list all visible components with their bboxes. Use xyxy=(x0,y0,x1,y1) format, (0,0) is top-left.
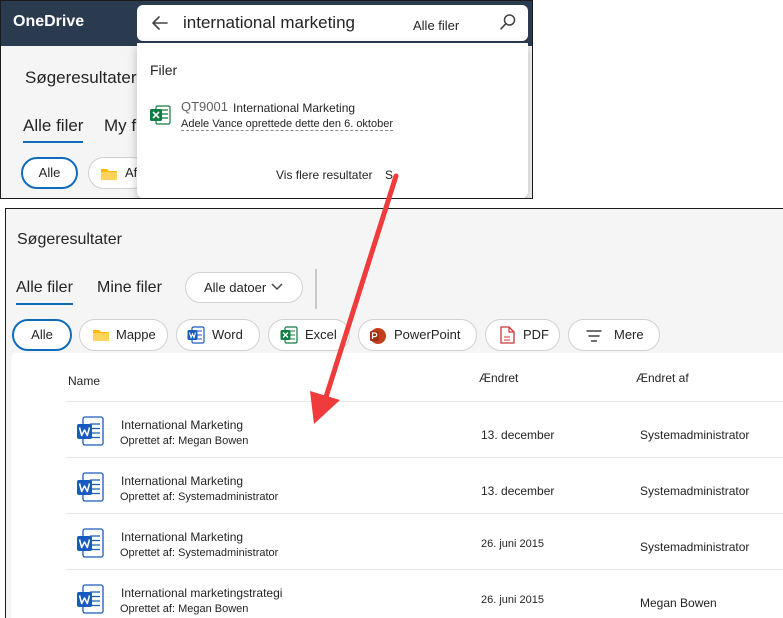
filter-chip-label: PowerPoint xyxy=(394,327,461,342)
file-created-by: Oprettet af: Systemadministrator xyxy=(120,491,279,503)
column-header-name[interactable]: Name xyxy=(68,374,100,388)
excel-icon xyxy=(280,326,298,344)
chevron-down-icon xyxy=(271,283,283,290)
file-modified-by: Megan Bowen xyxy=(640,596,717,610)
column-header-modified-by[interactable]: Ændret af xyxy=(636,371,689,385)
app-header: OneDrive international marketing Alle fi… xyxy=(1,1,532,46)
show-more-results-link[interactable]: Vis flere resultater xyxy=(276,168,373,182)
filter-chip-label: Af xyxy=(125,165,138,180)
filter-chip-powerpoint[interactable]: PowerPoint xyxy=(358,319,477,351)
filter-chip-more[interactable]: Mere xyxy=(568,319,660,351)
date-filter-label: Alle datoer xyxy=(204,280,267,295)
search-suggestions-dropdown: Filer QT9001 International Marketing Ade… xyxy=(137,43,528,198)
truncated-link[interactable]: S xyxy=(385,168,393,182)
suggestion-subtitle: Adele Vance oprettede dette den 6. oktob… xyxy=(181,118,394,131)
tab-all-files[interactable]: Alle filer xyxy=(16,279,73,305)
file-modified-by: Systemadministrator xyxy=(640,428,750,442)
filter-chip-all[interactable]: Alle xyxy=(12,319,72,351)
file-name[interactable]: International Marketing xyxy=(121,474,243,488)
table-row[interactable]: International Marketing Oprettet af: Meg… xyxy=(66,401,783,457)
filter-chip-word[interactable]: Word xyxy=(176,319,260,351)
file-created-by: Oprettet af: Megan Bowen xyxy=(120,603,249,615)
filter-chip-label: Mere xyxy=(614,327,644,342)
column-header-modified[interactable]: Ændret xyxy=(479,371,518,385)
suggestions-section-title: Filer xyxy=(150,62,178,78)
word-document-icon xyxy=(77,472,104,502)
results-list: Name Ændret Ændret af International Mark… xyxy=(11,353,783,618)
filter-chip-label: PDF xyxy=(523,327,549,342)
file-modified-date: 13. december xyxy=(481,484,555,498)
search-dropdown-screenshot: OneDrive international marketing Alle fi… xyxy=(0,0,533,199)
word-icon xyxy=(187,326,205,344)
search-results-screenshot: Søgeresultater Alle filer Mine filer All… xyxy=(5,208,783,618)
search-box[interactable]: international marketing Alle filer xyxy=(137,5,528,41)
suggestion-code: QT9001 xyxy=(181,99,228,114)
excel-icon xyxy=(150,105,171,125)
word-document-icon xyxy=(77,584,104,614)
filter-chip-label: Excel xyxy=(305,327,337,342)
search-icon[interactable] xyxy=(499,13,517,31)
divider xyxy=(315,269,317,309)
folder-icon xyxy=(101,169,117,180)
word-document-icon xyxy=(77,528,104,558)
file-name[interactable]: International Marketing xyxy=(121,530,243,544)
filter-lines-icon xyxy=(586,330,602,342)
powerpoint-icon xyxy=(370,328,386,344)
page-title: Søgeresultater xyxy=(17,231,122,248)
filter-chip-all[interactable]: Alle xyxy=(21,157,78,189)
file-modified-date: 13. december xyxy=(481,428,555,442)
search-input[interactable]: international marketing xyxy=(183,13,355,33)
file-name[interactable]: International Marketing xyxy=(121,418,243,432)
app-title[interactable]: OneDrive xyxy=(13,13,84,31)
folder-icon xyxy=(93,330,109,341)
date-filter-dropdown[interactable]: Alle datoer xyxy=(185,272,303,303)
table-row[interactable]: International marketingstrategi Oprettet… xyxy=(66,569,783,618)
file-modified-by: Systemadministrator xyxy=(640,540,750,554)
file-modified-by: Systemadministrator xyxy=(640,484,750,498)
tab-all-files[interactable]: Alle filer xyxy=(23,116,84,143)
file-modified-date: 26. juni 2015 xyxy=(481,538,544,550)
filter-chip-folder[interactable]: Mappe xyxy=(79,319,168,351)
tab-my-files[interactable]: Mine filer xyxy=(97,279,162,297)
table-row[interactable]: International Marketing Oprettet af: Sys… xyxy=(66,513,783,569)
file-name[interactable]: International marketingstrategi xyxy=(121,586,282,600)
suggestion-name: International Marketing xyxy=(233,101,356,115)
filter-chip-pdf[interactable]: PDF xyxy=(485,319,560,351)
table-row[interactable]: International Marketing Oprettet af: Sys… xyxy=(66,457,783,513)
suggestion-item[interactable]: QT9001 International Marketing Adele Van… xyxy=(147,99,517,135)
arrow-left-icon[interactable] xyxy=(151,14,169,32)
filter-chip-label: Word xyxy=(212,327,243,342)
search-scope-label[interactable]: Alle filer xyxy=(413,18,459,33)
page-title: Søgeresultater xyxy=(25,68,137,87)
filter-chip-label: Mappe xyxy=(116,327,156,342)
file-created-by: Oprettet af: Systemadministrator xyxy=(120,547,279,559)
word-document-icon xyxy=(77,416,104,446)
tab-my-files[interactable]: My f xyxy=(104,116,136,136)
file-created-by: Oprettet af: Megan Bowen xyxy=(120,435,249,447)
filter-chip-excel[interactable]: Excel xyxy=(268,319,350,351)
file-modified-date: 26. juni 2015 xyxy=(481,594,544,606)
pdf-icon xyxy=(500,326,515,344)
